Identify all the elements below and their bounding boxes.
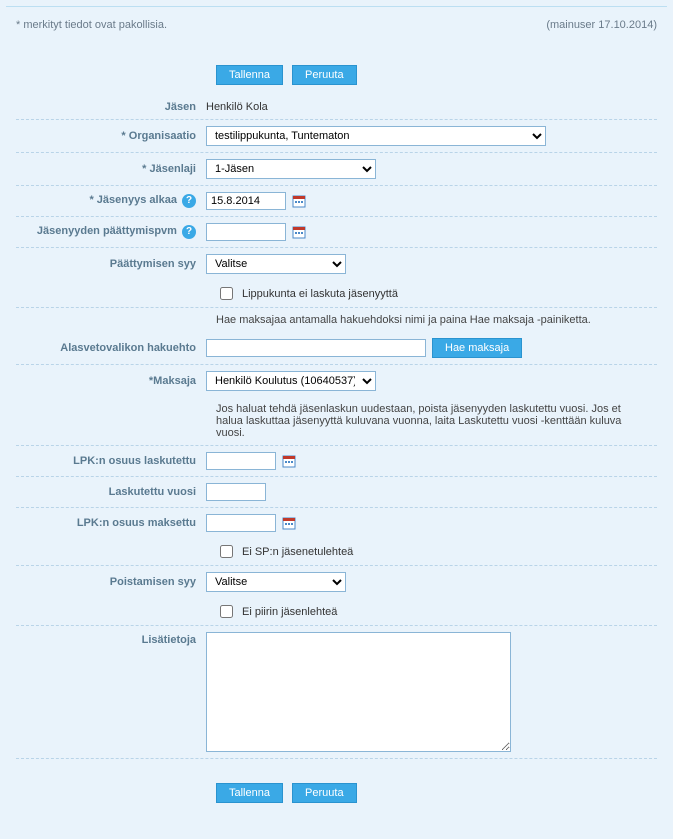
member-value: Henkilö Kola [206, 101, 268, 113]
removereason-select[interactable]: Valitse [206, 572, 346, 592]
invoice-desc: Jos haluat tehdä jäsenlaskun uudestaan, … [16, 397, 657, 446]
start-label: * Jäsenyys alkaa [89, 194, 176, 206]
searchpayer-desc: Hae maksajaa antamalla hakuehdoksi nimi … [16, 308, 657, 332]
billed-year-label: Laskutettu vuosi [16, 486, 206, 498]
meta-info: (mainuser 17.10.2014) [546, 19, 657, 31]
membertype-select[interactable]: 1-Jäsen [206, 159, 376, 179]
lpk-paid-label: LPK:n osuus maksettu [16, 517, 206, 529]
no-district-mag-label: Ei piirin jäsenlehteä [242, 606, 337, 618]
save-button[interactable]: Tallenna [216, 65, 283, 85]
lpk-billed-label: LPK:n osuus laskutettu [16, 455, 206, 467]
top-button-row: Tallenna Peruuta [216, 65, 657, 85]
organisation-label: * Organisaatio [16, 130, 206, 142]
calendar-icon[interactable] [282, 454, 296, 468]
searchterm-label: Alasvetovalikon hakuehto [16, 342, 206, 354]
calendar-icon[interactable] [292, 194, 306, 208]
end-date-input[interactable] [206, 223, 286, 241]
lpk-paid-input[interactable] [206, 514, 276, 532]
calendar-icon[interactable] [282, 516, 296, 530]
search-payer-button[interactable]: Hae maksaja [432, 338, 522, 358]
info-label: Lisätietoja [16, 632, 206, 646]
lpk-billed-input[interactable] [206, 452, 276, 470]
no-sp-mag-checkbox[interactable] [220, 545, 233, 558]
help-icon[interactable]: ? [182, 194, 196, 208]
nobilling-checkbox[interactable] [220, 287, 233, 300]
payer-label: *Maksaja [16, 375, 206, 387]
cancel-button[interactable]: Peruuta [292, 65, 357, 85]
end-label: Jäsenyyden päättymispvm [37, 225, 177, 237]
help-icon[interactable]: ? [182, 225, 196, 239]
start-date-input[interactable] [206, 192, 286, 210]
endreason-label: Päättymisen syy [16, 258, 206, 270]
no-district-mag-checkbox[interactable] [220, 605, 233, 618]
searchterm-input[interactable] [206, 339, 426, 357]
cancel-button[interactable]: Peruuta [292, 783, 357, 803]
no-sp-mag-label: Ei SP:n jäsenetulehteä [242, 546, 353, 558]
bottom-button-row: Tallenna Peruuta [216, 783, 657, 803]
billed-year-input[interactable] [206, 483, 266, 501]
nobilling-label: Lippukunta ei laskuta jäsenyyttä [242, 288, 398, 300]
member-label: Jäsen [16, 101, 206, 113]
mandatory-note: * merkityt tiedot ovat pakollisia. [16, 19, 167, 31]
calendar-icon[interactable] [292, 225, 306, 239]
membertype-label: * Jäsenlaji [16, 163, 206, 175]
save-button[interactable]: Tallenna [216, 783, 283, 803]
info-textarea[interactable] [206, 632, 511, 752]
endreason-select[interactable]: Valitse [206, 254, 346, 274]
removereason-label: Poistamisen syy [16, 576, 206, 588]
payer-select[interactable]: Henkilö Koulutus (10640537) [206, 371, 376, 391]
organisation-select[interactable]: testilippukunta, Tuntematon [206, 126, 546, 146]
